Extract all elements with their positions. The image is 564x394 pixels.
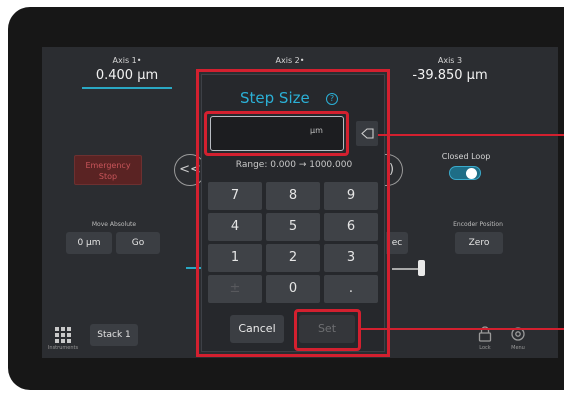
menu-label: Menu	[511, 345, 525, 351]
instruments-grid-icon[interactable]	[55, 327, 71, 343]
axis1-selected-underline	[82, 87, 172, 89]
closed-loop-toggle-knob	[466, 168, 477, 179]
emergency-stop-line1: Emergency	[85, 161, 131, 170]
encoder-zero-button[interactable]: Zero	[455, 232, 503, 254]
set-highlight-outline	[294, 309, 361, 351]
axis1-label: Axis 1•	[112, 56, 142, 65]
emergency-stop-line2: Stop	[98, 172, 118, 181]
axis1-value[interactable]: 0.400 µm	[80, 68, 174, 83]
move-absolute-input[interactable]: 0 µm	[66, 232, 112, 254]
move-absolute-go-button[interactable]: Go	[116, 232, 160, 254]
set-callout-line	[361, 328, 564, 330]
axis2-label: Axis 2•	[275, 56, 305, 65]
input-highlight-outline	[204, 111, 349, 156]
emergency-stop-button[interactable]: Emergency Stop	[74, 155, 142, 185]
encoder-position-label: Encoder Position	[453, 221, 503, 228]
move-absolute-label: Move Absolute	[91, 221, 137, 228]
slider-track-right	[392, 268, 420, 270]
instruments-label: Instruments	[47, 345, 79, 351]
stack-button[interactable]: Stack 1	[90, 324, 138, 346]
axis3-label: Axis 3	[437, 56, 463, 65]
lock-label: Lock	[479, 345, 491, 351]
slider-thumb[interactable]	[418, 260, 425, 276]
closed-loop-label: Closed Loop	[441, 152, 491, 161]
input-callout-line	[378, 134, 564, 136]
axis3-value[interactable]: -39.850 µm	[400, 68, 500, 83]
